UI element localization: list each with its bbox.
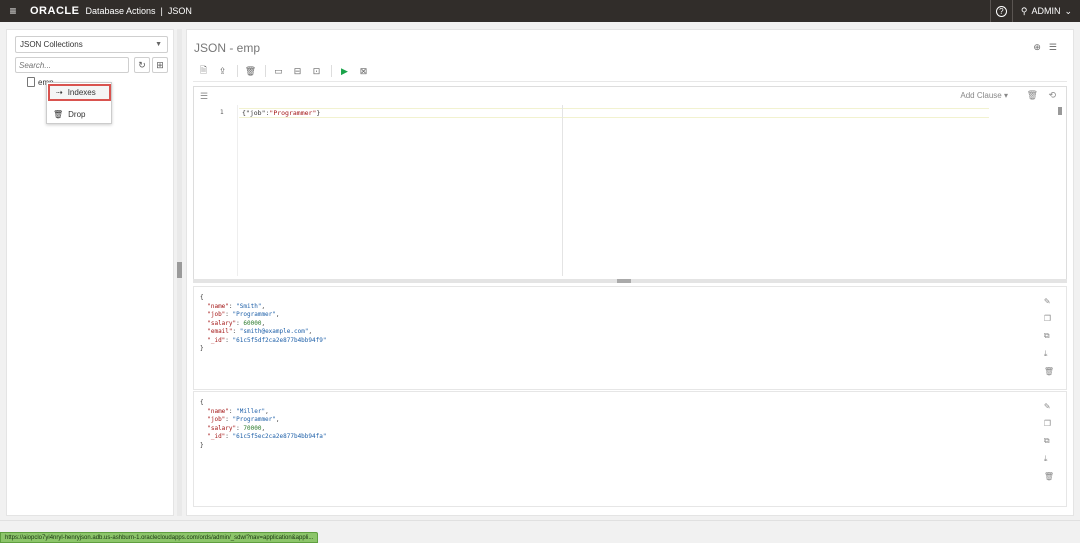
app-name: Database Actions (85, 6, 156, 16)
clone-icon[interactable]: ⧉ (1044, 331, 1054, 341)
edit-icon[interactable]: ✎ (1044, 297, 1054, 306)
collection-type-select[interactable]: JSON Collections ▼ (15, 36, 168, 53)
document-actions: ✎ ❐ ⧉ ⤓ 🗑 (1044, 402, 1054, 481)
editor-toolbar: ☰ Add Clause ▾ 🗑 ⟲ (194, 87, 1066, 105)
scroll-marker (1058, 107, 1062, 115)
add-clause-label: Add Clause (960, 91, 1002, 100)
download-icon[interactable]: ⤓ (1044, 349, 1054, 359)
toolbar-divider (237, 65, 238, 77)
trash-icon[interactable]: 🗑 (1044, 472, 1054, 481)
edit-icon[interactable]: ✎ (1044, 402, 1054, 411)
doc-email: smith@example.com (243, 328, 305, 335)
chevron-down-icon: ▼ (155, 41, 162, 48)
toolbar-divider-line (193, 81, 1067, 82)
open-button[interactable]: ▭ (270, 63, 287, 79)
doc-job: Programmer (236, 416, 273, 423)
query-editor[interactable]: ☰ Add Clause ▾ 🗑 ⟲ 1 {"job":"Programmer"… (193, 86, 1067, 280)
context-menu-indexes[interactable]: ⇢ Indexes (48, 84, 111, 101)
chevron-down-icon: ⌄ (1064, 5, 1072, 16)
help-button[interactable]: ? (989, 0, 1012, 22)
collection-type-value: JSON Collections (20, 40, 83, 49)
link-status-url: https://aiopclo7yi4nryl-henryjson.adb.us… (0, 532, 319, 543)
user-name: ADMIN (1031, 6, 1061, 16)
header-separator: | (160, 6, 163, 16)
context-menu-label: Drop (68, 109, 86, 119)
doc-job: Programmer (236, 311, 273, 318)
delete-button[interactable]: 🗑 (242, 63, 259, 79)
folder-icon: ▭ (274, 65, 283, 76)
columns-button[interactable]: ⊡ (308, 63, 325, 79)
document-icon (27, 77, 35, 87)
run-query-button[interactable]: ▶ (336, 63, 353, 79)
doc-salary: 70000 (243, 424, 262, 432)
clone-icon[interactable]: ⧉ (1044, 436, 1054, 446)
new-collection-button[interactable]: ⊞ (152, 57, 168, 73)
play-icon: ▶ (341, 65, 348, 76)
folder-add-icon: ⊞ (156, 59, 164, 70)
indexes-icon: ⇢ (56, 88, 63, 97)
result-document[interactable]: { "name": "Smith", "job": "Programmer", … (193, 286, 1067, 390)
context-menu-drop[interactable]: 🗑 Drop (47, 105, 111, 123)
oracle-logo: ORACLE (30, 5, 80, 17)
add-clause-dropdown[interactable]: Add Clause ▾ (960, 91, 1008, 100)
help-icon: ? (995, 5, 1007, 17)
download-icon[interactable]: ⤓ (1044, 454, 1054, 464)
export-icon: ⊠ (359, 65, 368, 76)
result-document[interactable]: { "name": "Miller", "job": "Programmer",… (193, 391, 1067, 507)
query-text: {"job":"Programmer"} (242, 109, 320, 117)
settings-list-icon[interactable]: ☰ (1049, 42, 1057, 53)
new-document-button[interactable]: 🗎 (195, 63, 212, 79)
copy-icon[interactable]: ❐ (1044, 314, 1054, 323)
collection-search-input[interactable] (15, 57, 129, 73)
page-name: JSON (167, 6, 192, 16)
query-value: "Programmer" (269, 109, 317, 117)
refresh-icon: ↻ (138, 59, 146, 70)
columns-icon: ⊡ (312, 65, 321, 76)
context-menu: ⇢ Indexes 🗑 Drop (46, 82, 112, 124)
refresh-button[interactable]: ↻ (134, 57, 150, 73)
document-json: { "name": "Smith", "job": "Programmer", … (200, 294, 327, 352)
toolbar-divider (331, 65, 332, 77)
context-menu-label: Indexes (67, 88, 96, 97)
document-json: { "name": "Miller", "job": "Programmer",… (200, 399, 327, 449)
hamburger-menu-icon[interactable]: ≡ (0, 0, 26, 22)
doc-name: Smith (239, 302, 258, 310)
editor-divider (562, 105, 563, 276)
trash-icon: 🗑 (244, 65, 257, 76)
current-line-highlight (239, 108, 989, 118)
splitter-handle[interactable] (617, 279, 631, 283)
user-menu-button[interactable]: ⚲ ADMIN ⌄ (1011, 0, 1080, 22)
upload-icon: ⇪ (218, 65, 227, 76)
top-header: ≡ ORACLE Database Actions | JSON ? ⚲ ADM… (0, 0, 1080, 22)
document-icon: 🗎 (199, 65, 208, 75)
history-icon[interactable]: ⟲ (1048, 90, 1056, 101)
trash-icon: 🗑 (53, 109, 64, 119)
editor-gutter: 1 (194, 105, 238, 276)
format-button[interactable]: ⊟ (289, 63, 306, 79)
trash-icon[interactable]: 🗑 (1044, 367, 1054, 376)
doc-id: 61c5f5df2ca2e877b4bb94f9 (236, 336, 323, 344)
copy-icon[interactable]: ❐ (1044, 419, 1054, 428)
document-actions: ✎ ❐ ⧉ ⤓ 🗑 (1044, 297, 1054, 376)
line-number: 1 (220, 109, 224, 116)
query-prefix: {"job": (242, 109, 270, 117)
main-toolbar: 🗎 ⇪ 🗑 ▭ ⊟ ⊡ ▶ ⊠ (195, 63, 374, 79)
splitter-handle[interactable] (177, 262, 182, 278)
doc-id: 61c5f5ec2ca2e877b4bb94fa (236, 433, 323, 440)
doc-name: Miller (239, 407, 262, 415)
user-icon: ⚲ (1020, 5, 1028, 16)
doc-salary: 60000 (243, 319, 262, 327)
main-panel: JSON - emp ⊕ ☰ 🗎 ⇪ 🗑 ▭ ⊟ ⊡ ▶ ⊠ ☰ Add Cla… (186, 29, 1074, 516)
format-icon: ⊟ (293, 65, 302, 76)
trash-icon[interactable]: 🗑 (1027, 90, 1038, 101)
toolbar-divider (265, 65, 266, 77)
binoculars-icon[interactable]: ⊕ (1033, 42, 1041, 53)
export-button[interactable]: ⊠ (355, 63, 372, 79)
upload-button[interactable]: ⇪ (214, 63, 231, 79)
page-title: JSON - emp (194, 41, 261, 55)
query-suffix: } (316, 109, 321, 117)
list-icon[interactable]: ☰ (200, 91, 208, 102)
